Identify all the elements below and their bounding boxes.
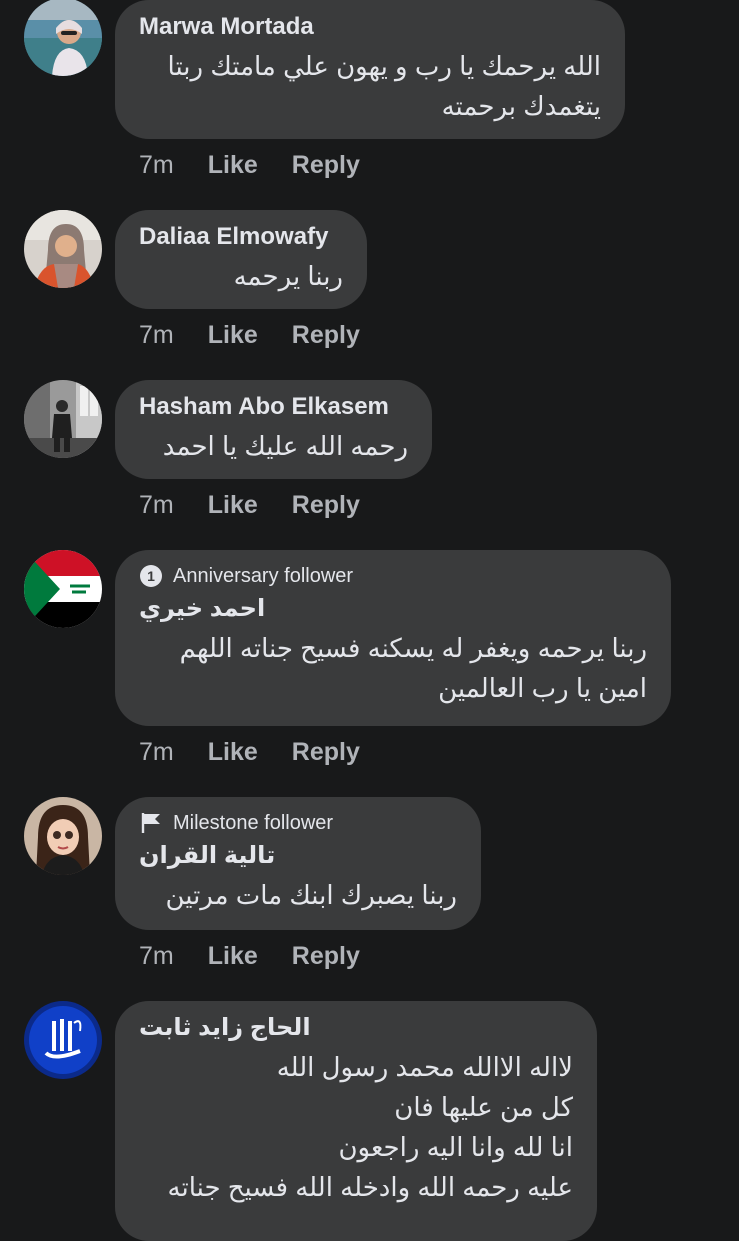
avatar[interactable] [24, 0, 102, 76]
comment-timestamp[interactable]: 7m [139, 737, 174, 767]
comment-bubble: Hasham Abo Elkasem رحمه الله عليك يا احم… [115, 380, 432, 479]
comment-text-line: عليه رحمه الله وادخله الله فسيح جناته [167, 1172, 573, 1202]
comment-timestamp[interactable]: 7m [139, 941, 174, 971]
comment-actions: 7m Like Reply [139, 737, 360, 767]
comment-bubble: Daliaa Elmowafy ربنا يرحمه [115, 210, 367, 309]
comment-actions: 7m Like Reply [139, 941, 360, 971]
comment-text-line: امين يا رب العالمين [438, 673, 647, 703]
like-button[interactable]: Like [208, 320, 258, 350]
follower-badge[interactable]: Milestone follower [139, 809, 457, 837]
comment-text-line: ربنا يرحمه [233, 261, 343, 291]
comment-author[interactable]: Hasham Abo Elkasem [139, 392, 408, 422]
reply-button[interactable]: Reply [292, 150, 360, 180]
comment-author[interactable]: Daliaa Elmowafy [139, 222, 343, 252]
reply-button[interactable]: Reply [292, 737, 360, 767]
avatar[interactable] [24, 1001, 102, 1079]
comment-text-line: ربنا يصبرك ابنك مات مرتين [165, 880, 457, 910]
badge-label: Milestone follower [173, 812, 334, 834]
comment-timestamp[interactable]: 7m [139, 150, 174, 180]
avatar[interactable] [24, 550, 102, 628]
comment-author[interactable]: الحاج زايد ثابت [139, 1013, 573, 1043]
like-button[interactable]: Like [208, 941, 258, 971]
comment-actions: 7m Like Reply [139, 490, 360, 520]
avatar[interactable] [24, 380, 102, 458]
comment-text-line: كل من عليها فان [394, 1092, 573, 1122]
reply-button[interactable]: Reply [292, 941, 360, 971]
comment-text-line: لااله الاالله محمد رسول الله [276, 1052, 573, 1082]
comment-text-line: الله يرحمك يا رب و يهون علي مامتك ربتا [167, 51, 601, 81]
comment-bubble: Milestone follower تالية القران ربنا يصب… [115, 797, 481, 930]
flag-icon [139, 811, 163, 835]
comment-timestamp[interactable]: 7m [139, 320, 174, 350]
like-button[interactable]: Like [208, 150, 258, 180]
comment-actions: 7m Like Reply [139, 320, 360, 350]
comment-text-line: ربنا يرحمه ويغفر له يسكنه فسيح جناته الل… [179, 633, 647, 663]
comment-text-line: يتغمدك برحمته [441, 91, 601, 121]
comment-bubble: Marwa Mortada الله يرحمك يا رب و يهون عل… [115, 0, 625, 139]
comment-timestamp[interactable]: 7m [139, 490, 174, 520]
comment-bubble: 1 Anniversary follower احمد خيري ربنا ير… [115, 550, 671, 726]
avatar[interactable] [24, 210, 102, 288]
comment-bubble: الحاج زايد ثابت لااله الاالله محمد رسول … [115, 1001, 597, 1241]
comment-actions: 7m Like Reply [139, 150, 360, 180]
follower-badge[interactable]: 1 Anniversary follower [139, 562, 647, 590]
comment-text-line: انا لله وانا اليه راجعون [338, 1132, 573, 1162]
like-button[interactable]: Like [208, 490, 258, 520]
svg-text:1: 1 [147, 568, 155, 584]
anniversary-icon: 1 [139, 564, 163, 588]
comment-text-line: رحمه الله عليك يا احمد [162, 431, 408, 461]
like-button[interactable]: Like [208, 737, 258, 767]
comment-author[interactable]: احمد خيري [139, 594, 647, 624]
badge-label: Anniversary follower [173, 565, 354, 587]
reply-button[interactable]: Reply [292, 320, 360, 350]
comment-author[interactable]: تالية القران [139, 841, 457, 871]
reply-button[interactable]: Reply [292, 490, 360, 520]
avatar[interactable] [24, 797, 102, 875]
comment-author[interactable]: Marwa Mortada [139, 12, 601, 42]
